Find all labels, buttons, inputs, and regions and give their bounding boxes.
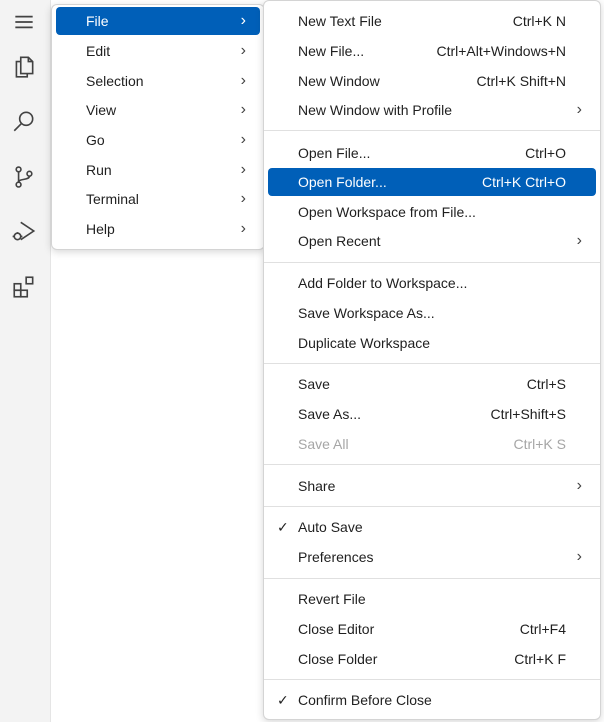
menu-separator — [264, 679, 600, 680]
menu-separator — [264, 130, 600, 131]
keyboard-shortcut: Ctrl+F4 — [519, 621, 566, 637]
menu-item-label: Terminal — [86, 191, 139, 207]
chevron-right-icon: › — [240, 131, 246, 148]
menu-item-close-folder[interactable]: Close Folder Ctrl+K F — [268, 645, 596, 673]
check-icon: ✓ — [277, 692, 289, 708]
menu-item-auto-save[interactable]: ✓ Auto Save — [268, 513, 596, 541]
menu-item-label: New Window — [298, 73, 380, 89]
chevron-right-icon: › — [240, 161, 246, 178]
keyboard-shortcut: Ctrl+K S — [513, 436, 566, 452]
menu-item-selection[interactable]: Selection › — [56, 67, 260, 95]
keyboard-shortcut: Ctrl+K N — [512, 13, 566, 29]
chevron-right-icon: › — [576, 548, 582, 565]
menu-item-label: Open Folder... — [298, 174, 387, 190]
menu-separator — [264, 506, 600, 507]
chevron-right-icon: › — [240, 72, 246, 89]
menu-item-save-all: Save All Ctrl+K S — [268, 430, 596, 458]
menu-item-label: Revert File — [298, 591, 366, 607]
keyboard-shortcut: Ctrl+Alt+Windows+N — [436, 43, 566, 59]
menu-item-label: New Window with Profile — [298, 102, 453, 118]
check-icon: ✓ — [277, 519, 289, 535]
menu-item-label: View — [86, 102, 117, 118]
chevron-right-icon: › — [240, 190, 246, 207]
menu-item-label: Confirm Before Close — [298, 692, 432, 708]
menu-item-close-editor[interactable]: Close Editor Ctrl+F4 — [268, 615, 596, 643]
menu-icon[interactable] — [9, 7, 39, 37]
menu-item-label: Edit — [86, 43, 111, 59]
menu-item-label: Preferences — [298, 549, 374, 565]
menu-item-new-window-with-profile[interactable]: New Window with Profile › — [268, 96, 596, 124]
menu-item-preferences[interactable]: Preferences › — [268, 543, 596, 571]
menu-item-view[interactable]: View › — [56, 96, 260, 124]
menu-item-save[interactable]: Save Ctrl+S — [268, 370, 596, 398]
menu-item-share[interactable]: Share › — [268, 472, 596, 500]
menu-item-save-as[interactable]: Save As... Ctrl+Shift+S — [268, 400, 596, 428]
menu-item-label: Add Folder to Workspace... — [298, 275, 468, 291]
run-debug-icon[interactable] — [9, 216, 39, 246]
chevron-right-icon: › — [576, 477, 582, 494]
menu-item-terminal[interactable]: Terminal › — [56, 185, 260, 213]
menu-item-open-recent[interactable]: Open Recent › — [268, 227, 596, 255]
menu-item-new-window[interactable]: New Window Ctrl+K Shift+N — [268, 67, 596, 95]
keyboard-shortcut: Ctrl+Shift+S — [490, 406, 566, 422]
menu-item-label: Share — [298, 478, 336, 494]
menu-item-open-folder[interactable]: Open Folder... Ctrl+K Ctrl+O — [268, 168, 596, 196]
search-icon[interactable] — [9, 106, 39, 136]
menu-item-confirm-before-close[interactable]: ✓ Confirm Before Close — [268, 686, 596, 714]
keyboard-shortcut: Ctrl+O — [525, 145, 566, 161]
menu-item-label: Run — [86, 162, 112, 178]
menu-item-new-file[interactable]: New File... Ctrl+Alt+Windows+N — [268, 37, 596, 65]
chevron-right-icon: › — [240, 12, 246, 29]
chevron-right-icon: › — [576, 101, 582, 118]
menu-item-open-workspace-from-file[interactable]: Open Workspace from File... — [268, 198, 596, 226]
keyboard-shortcut: Ctrl+K Ctrl+O — [481, 174, 566, 190]
menu-item-label: Open File... — [298, 145, 371, 161]
menu-item-label: Save All — [298, 436, 349, 452]
menu-item-edit[interactable]: Edit › — [56, 37, 260, 65]
menu-separator — [264, 262, 600, 263]
menu-item-file[interactable]: File › — [56, 7, 260, 35]
menu-item-label: Save Workspace As... — [298, 305, 435, 321]
menu-item-label: Open Recent — [298, 233, 381, 249]
chevron-right-icon: › — [576, 232, 582, 249]
menu-item-label: Duplicate Workspace — [298, 335, 431, 351]
extensions-icon[interactable] — [9, 272, 39, 302]
menu-item-label: New File... — [298, 43, 365, 59]
source-control-icon[interactable] — [9, 162, 39, 192]
menu-item-duplicate-workspace[interactable]: Duplicate Workspace — [268, 329, 596, 357]
keyboard-shortcut: Ctrl+K Shift+N — [476, 73, 566, 89]
menu-item-label: Close Editor — [298, 621, 375, 637]
main-menu: File › Edit › Selection › View › Go › Ru… — [51, 4, 265, 250]
menu-item-label: File — [86, 13, 109, 29]
menu-separator — [264, 578, 600, 579]
menu-item-label: Open Workspace from File... — [298, 204, 476, 220]
keyboard-shortcut: Ctrl+K F — [514, 651, 566, 667]
menu-item-label: Close Folder — [298, 651, 378, 667]
menu-item-new-text-file[interactable]: New Text File Ctrl+K N — [268, 7, 596, 35]
menu-item-open-file[interactable]: Open File... Ctrl+O — [268, 139, 596, 167]
menu-item-label: Help — [86, 221, 115, 237]
menu-item-label: Selection — [86, 73, 144, 89]
menu-item-label: Go — [86, 132, 105, 148]
file-submenu: New Text File Ctrl+K N New File... Ctrl+… — [263, 0, 601, 720]
menu-item-add-folder-to-workspace[interactable]: Add Folder to Workspace... — [268, 269, 596, 297]
menu-item-help[interactable]: Help › — [56, 215, 260, 243]
chevron-right-icon: › — [240, 42, 246, 59]
chevron-right-icon: › — [240, 220, 246, 237]
menu-item-run[interactable]: Run › — [56, 156, 260, 184]
keyboard-shortcut: Ctrl+S — [526, 376, 566, 392]
chevron-right-icon: › — [240, 101, 246, 118]
menu-separator — [264, 363, 600, 364]
activity-bar — [0, 0, 51, 722]
menu-item-label: Save As... — [298, 406, 362, 422]
menu-item-save-workspace-as[interactable]: Save Workspace As... — [268, 299, 596, 327]
menu-item-go[interactable]: Go › — [56, 126, 260, 154]
menu-separator — [264, 464, 600, 465]
menu-item-label: New Text File — [298, 13, 382, 29]
files-icon[interactable] — [9, 52, 39, 82]
menu-item-label: Save — [298, 376, 330, 392]
menu-item-revert-file[interactable]: Revert File — [268, 585, 596, 613]
menu-item-label: Auto Save — [298, 519, 363, 535]
